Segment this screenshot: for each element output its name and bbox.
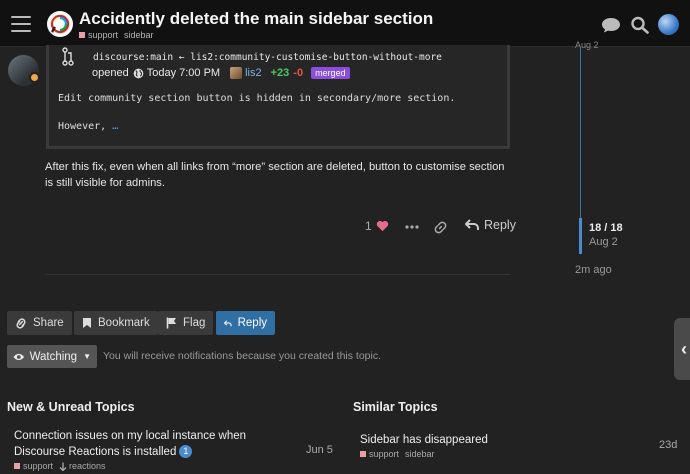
- sidebar-toggle-chevron-left-icon[interactable]: ‹: [674, 318, 690, 380]
- post-body-text: After this fix, even when all links from…: [45, 161, 505, 189]
- similar-topic-category[interactable]: support: [369, 449, 399, 459]
- topic-reply-label: Reply: [237, 317, 267, 329]
- notification-level-label: Watching: [29, 350, 78, 363]
- pr-branch-line[interactable]: discourse:main ← lis2:community-customis…: [93, 52, 442, 63]
- similar-topic-meta: support sidebar: [360, 449, 435, 459]
- similar-topic-title[interactable]: Sidebar has disappeared: [360, 432, 620, 448]
- more-actions-icon[interactable]: [405, 224, 419, 230]
- suggested-topic-meta: support reactions: [14, 461, 106, 471]
- pr-however-text: However,: [58, 121, 107, 132]
- heart-icon[interactable]: [376, 220, 389, 232]
- similar-topics-heading: Similar Topics: [353, 400, 438, 414]
- bookmark-label: Bookmark: [98, 317, 150, 329]
- link-icon: [16, 317, 26, 329]
- bookmark-icon: [83, 318, 91, 328]
- topic-reply-button[interactable]: Reply: [216, 311, 275, 335]
- post-reply-label: Reply: [484, 218, 516, 232]
- timeline-start-date[interactable]: Aug 2: [575, 40, 599, 50]
- notification-reason: You will receive notifications because y…: [103, 350, 382, 362]
- new-posts-badge[interactable]: 1: [179, 445, 193, 458]
- similar-topic-tag[interactable]: sidebar: [405, 449, 435, 459]
- pr-description-more: However, …: [58, 121, 118, 132]
- user-avatar[interactable]: [658, 14, 679, 35]
- bookmark-button[interactable]: Bookmark: [74, 311, 158, 335]
- reply-icon: [224, 319, 232, 326]
- flag-label: Flag: [183, 317, 206, 329]
- pr-status-badge: merged: [311, 67, 350, 79]
- post-reply-button[interactable]: Reply: [465, 218, 516, 232]
- new-unread-heading: New & Unread Topics: [7, 400, 135, 414]
- category-color-square: [79, 32, 85, 38]
- suggested-topic-title-line1: Connection issues on my local instance w…: [14, 430, 247, 442]
- suggested-topic-title-line2: Discourse Reactions is installed: [14, 446, 177, 458]
- timeline-end-ago[interactable]: 2m ago: [575, 264, 612, 276]
- topic-category-tags: support sidebar: [79, 30, 154, 40]
- flag-icon: [166, 317, 176, 329]
- similar-topic-date[interactable]: 23d: [659, 439, 677, 451]
- pr-additions: +23: [270, 67, 290, 79]
- category-color-square: [14, 463, 20, 469]
- flag-button[interactable]: Flag: [158, 311, 214, 335]
- search-icon[interactable]: [630, 16, 650, 34]
- topic-title[interactable]: Accidently deleted the main sidebar sect…: [79, 9, 433, 29]
- pr-description: Edit community section button is hidden …: [58, 93, 456, 104]
- share-button[interactable]: Share: [7, 311, 72, 335]
- user-status-icon: [29, 72, 40, 83]
- pr-author-avatar: [230, 67, 243, 79]
- suggested-topic-title[interactable]: Connection issues on my local instance w…: [14, 428, 304, 460]
- eye-icon: [13, 353, 25, 360]
- pr-author-link[interactable]: lis2: [245, 67, 262, 79]
- pr-opened-time: Today 7:00 PM: [146, 67, 221, 79]
- chat-icon[interactable]: [601, 16, 621, 34]
- post-divider: [45, 274, 510, 275]
- share-label: Share: [33, 317, 64, 329]
- tag-link[interactable]: sidebar: [124, 30, 154, 40]
- reply-icon: [465, 219, 479, 230]
- timeline-date: Aug 2: [589, 236, 618, 248]
- hamburger-menu-icon[interactable]: [11, 16, 31, 32]
- pull-request-icon: [62, 47, 74, 66]
- globe-icon: [133, 68, 144, 78]
- discourse-logo-icon[interactable]: [46, 10, 74, 38]
- pr-meta-line: opened Today 7:00 PM lis2 +23 -0 merged: [92, 67, 350, 79]
- notification-level-dropdown[interactable]: Watching ▼: [7, 345, 97, 368]
- like-count[interactable]: 1: [365, 219, 372, 233]
- pr-deletions: -0: [293, 67, 304, 79]
- chevron-down-icon: ▼: [83, 352, 91, 361]
- tag-icon: [59, 462, 67, 471]
- suggested-topic-tag[interactable]: reactions: [69, 461, 106, 471]
- timeline-position: 18 / 18: [589, 222, 623, 234]
- pr-opened-label: opened: [92, 67, 129, 79]
- link-icon[interactable]: [434, 221, 447, 234]
- timeline-scroll-track[interactable]: [580, 47, 581, 222]
- category-color-square: [360, 451, 366, 457]
- suggested-topic-date[interactable]: Jun 5: [306, 444, 333, 456]
- category-link[interactable]: support: [88, 30, 118, 40]
- timeline-scroll-handle[interactable]: [579, 218, 582, 254]
- suggested-topic-category[interactable]: support: [23, 461, 53, 471]
- show-more-link[interactable]: …: [112, 121, 118, 132]
